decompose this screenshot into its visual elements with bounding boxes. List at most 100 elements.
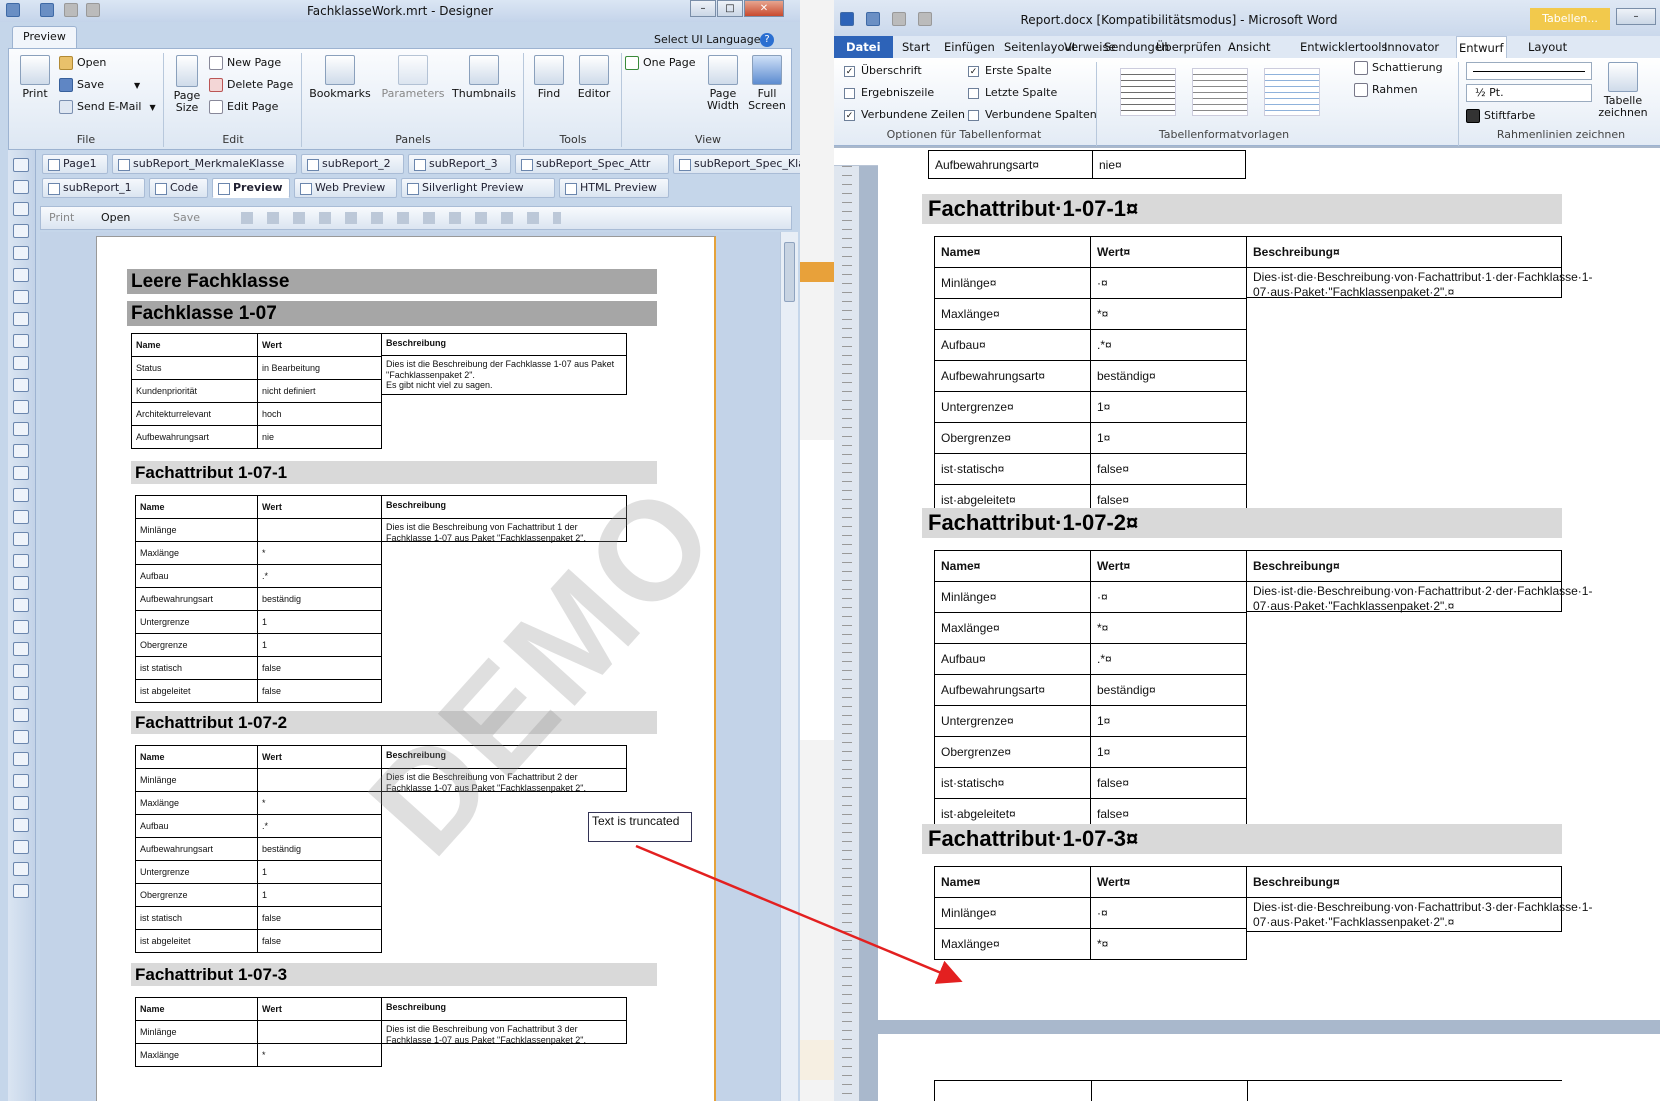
truncated-text-box[interactable]: Text is truncated: [588, 812, 692, 842]
send-email-button[interactable]: Send E-Mail ▼: [59, 97, 156, 117]
toolbox-tool-icon[interactable]: [13, 312, 29, 326]
toolbox-tool-icon[interactable]: [13, 356, 29, 370]
toolbox-tool-icon[interactable]: [13, 378, 29, 392]
toolbox-tool-icon[interactable]: [13, 466, 29, 480]
edit-page-button[interactable]: Edit Page: [209, 97, 278, 117]
table-style-plain[interactable]: [1192, 68, 1248, 116]
open-button[interactable]: Open: [59, 53, 106, 73]
option-ueberschrift[interactable]: ✓ Überschrift: [844, 62, 922, 80]
word-tab--berpr-fen[interactable]: Überprüfen: [1154, 36, 1223, 58]
word-minimize-button[interactable]: –: [1616, 8, 1656, 25]
dropdown-arrow-icon[interactable]: ▼: [149, 103, 155, 112]
toolbox-tool-icon[interactable]: [13, 554, 29, 568]
page-tab-silverlight-preview[interactable]: Silverlight Preview: [401, 178, 555, 198]
toolbox-tool-icon[interactable]: [13, 884, 29, 898]
toolbox-tool-icon[interactable]: [13, 686, 29, 700]
word-tab-start[interactable]: Start: [900, 36, 932, 58]
toolbox-tool-icon[interactable]: [13, 444, 29, 458]
word-tab-entwurf[interactable]: Entwurf: [1456, 36, 1507, 58]
checkbox-checked[interactable]: ✓: [844, 65, 855, 77]
toolbox-tool-icon[interactable]: [13, 620, 29, 634]
stiftfarbe-button[interactable]: Stiftfarbe: [1466, 106, 1535, 126]
toolbox-tool-icon[interactable]: [13, 576, 29, 590]
page-tab-subreport-1[interactable]: subReport_1: [42, 178, 145, 198]
find-button[interactable]: Find: [527, 55, 571, 100]
one-page-button[interactable]: One Page: [625, 53, 696, 73]
toolbox-tool-icon[interactable]: [13, 180, 29, 194]
toolbox-tool-icon[interactable]: [13, 290, 29, 304]
word-tab-einf-gen[interactable]: Einfügen: [942, 36, 997, 58]
checkbox-unchecked[interactable]: [968, 87, 979, 99]
scrollbar-thumb[interactable]: [784, 242, 795, 302]
toolbox-tool-icon[interactable]: [13, 664, 29, 678]
dropdown-arrow-icon[interactable]: ▼: [134, 81, 140, 90]
toolbox-tool-icon[interactable]: [13, 796, 29, 810]
vertical-ruler[interactable]: [834, 166, 860, 1101]
page-tab-code[interactable]: Code: [149, 178, 208, 198]
toolbox-tool-icon[interactable]: [13, 752, 29, 766]
option-verbundene-spalten[interactable]: Verbundene Spalten: [968, 106, 1097, 124]
page-width-button[interactable]: Page Width: [701, 55, 745, 112]
option-erste-spalte[interactable]: ✓ Erste Spalte: [968, 62, 1052, 80]
toolbar-open-button[interactable]: Open: [101, 211, 130, 224]
tab-preview[interactable]: Preview: [12, 26, 77, 48]
delete-page-button[interactable]: Delete Page: [209, 75, 293, 95]
word-tab-layout[interactable]: Layout: [1526, 36, 1569, 58]
line-weight-select[interactable]: ½ Pt.: [1466, 84, 1592, 102]
toolbox-tool-icon[interactable]: [13, 774, 29, 788]
rahmen-button[interactable]: Rahmen: [1354, 80, 1418, 100]
page-tab-subreport-spec-attr[interactable]: subReport_Spec_Attr: [515, 154, 669, 174]
checkbox-unchecked[interactable]: [968, 109, 979, 121]
word-document-page[interactable]: Aufbewahrungsart¤ nie¤ Fachattribut·1-07-…: [878, 150, 1660, 1020]
preview-scrollbar[interactable]: [780, 232, 798, 1101]
toolbox-tool-icon[interactable]: [13, 334, 29, 348]
option-ergebniszeile[interactable]: Ergebniszeile: [844, 84, 934, 102]
toolbox-tool-icon[interactable]: [13, 840, 29, 854]
page-tab-html-preview[interactable]: HTML Preview: [559, 178, 669, 198]
toolbox-tool-icon[interactable]: [13, 202, 29, 216]
page-tab-subreport-merkmaleklasse[interactable]: subReport_MerkmaleKlasse: [112, 154, 297, 174]
checkbox-checked[interactable]: ✓: [968, 65, 979, 77]
print-button[interactable]: Print: [15, 55, 55, 100]
page-tab-web-preview[interactable]: Web Preview: [294, 178, 397, 198]
toolbox-tool-icon[interactable]: [13, 708, 29, 722]
toolbox-tool-icon[interactable]: [13, 488, 29, 502]
context-tab-tabellen[interactable]: Tabellen...: [1530, 8, 1610, 30]
thumbnails-button[interactable]: Thumbnails: [449, 55, 519, 100]
toolbox-tool-icon[interactable]: [13, 224, 29, 238]
option-letzte-spalte[interactable]: Letzte Spalte: [968, 84, 1057, 102]
toolbox-tool-icon[interactable]: [13, 730, 29, 744]
toolbox-tool-icon[interactable]: [13, 862, 29, 876]
editor-button[interactable]: Editor: [571, 55, 617, 100]
toolbar-print-button[interactable]: Print: [49, 211, 74, 224]
word-tab-datei[interactable]: Datei: [834, 36, 893, 58]
toolbox-tool-icon[interactable]: [13, 598, 29, 612]
page-tab-page1[interactable]: Page1: [42, 154, 108, 174]
toolbox-tool-icon[interactable]: [13, 246, 29, 260]
toolbar-save-button[interactable]: Save: [173, 211, 200, 224]
toolbox-tool-icon[interactable]: [13, 532, 29, 546]
toolbox-tool-icon[interactable]: [13, 642, 29, 656]
checkbox-unchecked[interactable]: [844, 87, 855, 99]
toolbox-tool-icon[interactable]: [13, 510, 29, 524]
toolbox-tool-icon[interactable]: [13, 422, 29, 436]
page-size-button[interactable]: Page Size: [167, 55, 207, 114]
parameters-button[interactable]: Parameters: [377, 55, 449, 100]
close-button[interactable]: ✕: [744, 0, 784, 17]
word-tab-ansicht[interactable]: Ansicht: [1226, 36, 1272, 58]
checkbox-checked[interactable]: ✓: [844, 109, 855, 121]
table-style-blue[interactable]: [1264, 68, 1320, 116]
toolbox-tool-icon[interactable]: [13, 818, 29, 832]
page-tab-subreport-2[interactable]: subReport_2: [301, 154, 404, 174]
help-icon[interactable]: ?: [760, 33, 774, 47]
toolbox-tool-icon[interactable]: [13, 158, 29, 172]
page-tab-subreport-3[interactable]: subReport_3: [408, 154, 511, 174]
select-ui-language[interactable]: Select UI Language: [654, 33, 761, 46]
page-tab-preview[interactable]: Preview: [212, 178, 290, 198]
word-next-page[interactable]: [878, 1034, 1660, 1101]
toolbox-tool-icon[interactable]: [13, 268, 29, 282]
save-button[interactable]: Save ▼: [59, 75, 140, 95]
page-tab-subreport-spec-klasse[interactable]: subReport_Spec_Klasse: [673, 154, 800, 174]
full-screen-button[interactable]: Full Screen: [745, 55, 789, 112]
maximize-button[interactable]: □: [717, 0, 743, 17]
